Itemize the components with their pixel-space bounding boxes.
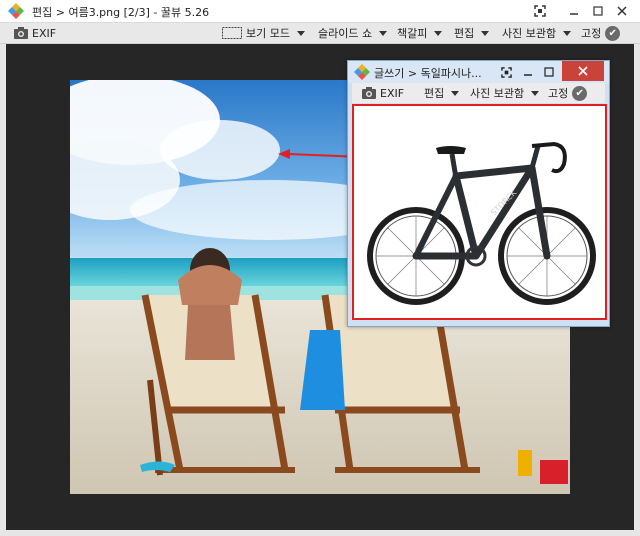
chevron-down-icon — [379, 30, 388, 36]
photo-storage-label: 사진 보관함 — [502, 27, 557, 40]
popup-title-bar[interactable]: 글쓰기 > 독일파시나... — [348, 61, 609, 83]
close-button[interactable] — [562, 61, 604, 81]
edit-button[interactable]: 편집 — [424, 85, 460, 101]
app-logo-icon — [8, 3, 24, 19]
view-mode-button[interactable]: 보기 모드 — [222, 25, 305, 41]
photo-storage-button[interactable]: 사진 보관함 — [502, 25, 572, 41]
minimize-button[interactable] — [566, 3, 582, 19]
pin-button[interactable]: 고정 ✔ — [581, 25, 621, 41]
bicycle: STORCK — [367, 141, 596, 305]
checkmark-icon: ✔ — [605, 25, 621, 41]
exif-button[interactable]: EXIF — [362, 85, 404, 101]
pin-button[interactable]: 고정 ✔ — [548, 85, 588, 101]
main-toolbar: EXIF 보기 모드 슬라이드 쇼 책갈피 편집 사진 보관함 고정 ✔ — [0, 23, 640, 44]
window-title: 편집 > 여름3.png [2/3] - 꿀뷰 5.26 — [32, 6, 210, 19]
camera-icon — [362, 87, 376, 99]
popup-window[interactable]: 글쓰기 > 독일파시나... EXIF 편집 사진 보관함 고정 ✔ STORC… — [347, 60, 610, 327]
close-button[interactable] — [614, 3, 630, 19]
title-bar[interactable]: 편집 > 여름3.png [2/3] - 꿀뷰 5.26 — [0, 0, 640, 23]
maximize-button[interactable] — [541, 64, 557, 80]
app-logo-icon — [354, 64, 370, 80]
screenshot-icon[interactable] — [532, 3, 548, 19]
edit-button[interactable]: 편집 — [454, 25, 490, 41]
chevron-down-icon — [434, 30, 443, 36]
checkmark-icon: ✔ — [572, 85, 588, 101]
slideshow-label: 슬라이드 쇼 — [318, 27, 373, 40]
minimize-button[interactable] — [520, 64, 536, 80]
chevron-down-icon — [481, 30, 490, 36]
bookmark-button[interactable]: 책갈피 — [397, 25, 443, 41]
popup-title: 글쓰기 > 독일파시나... — [374, 67, 482, 80]
bookmark-label: 책갈피 — [397, 27, 428, 40]
screenshot-icon[interactable] — [498, 64, 514, 80]
chevron-down-icon — [531, 90, 540, 96]
chevron-down-icon — [296, 30, 305, 36]
chevron-down-icon — [563, 30, 572, 36]
camera-icon — [14, 27, 28, 39]
pin-label: 고정 — [581, 27, 602, 40]
chevron-down-icon — [451, 90, 460, 96]
slideshow-button[interactable]: 슬라이드 쇼 — [318, 25, 388, 41]
photo-storage-button[interactable]: 사진 보관함 — [470, 85, 540, 101]
exif-label: EXIF — [380, 86, 405, 100]
maximize-button[interactable] — [590, 3, 606, 19]
edit-label: 편집 — [424, 87, 445, 100]
pin-label: 고정 — [548, 87, 569, 100]
exif-button[interactable]: EXIF — [14, 25, 56, 41]
exif-label: EXIF — [32, 26, 57, 40]
edit-label: 편집 — [454, 27, 475, 40]
popup-toolbar: EXIF 편집 사진 보관함 고정 ✔ — [352, 83, 605, 103]
view-mode-label: 보기 모드 — [246, 27, 290, 40]
photo-storage-label: 사진 보관함 — [470, 87, 525, 100]
bicycle-image: STORCK — [352, 104, 607, 320]
view-mode-icon — [222, 27, 242, 39]
